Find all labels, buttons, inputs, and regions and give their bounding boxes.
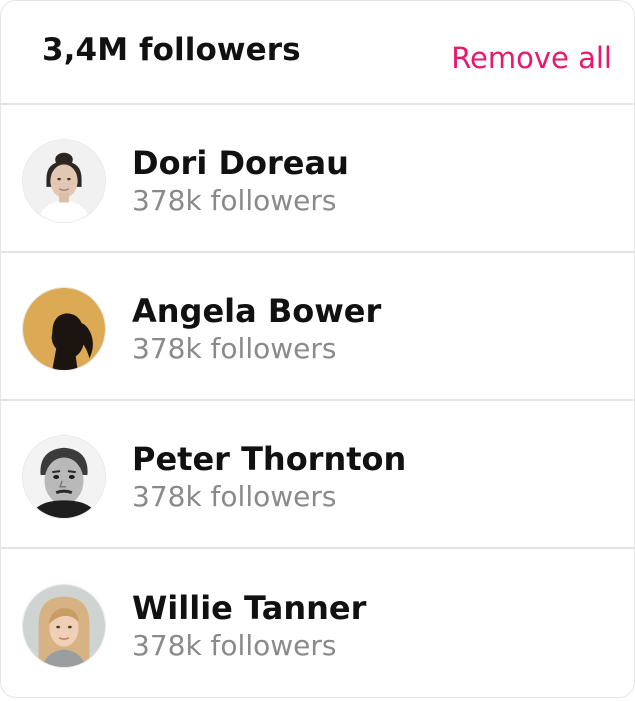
user-name: Dori Doreau	[132, 143, 349, 182]
user-followers: 378k followers	[132, 331, 337, 365]
avatar	[22, 138, 106, 223]
user-row[interactable]: Angela Bower 378k followers	[1, 253, 634, 401]
followers-header: 3,4M followers Remove all	[1, 1, 634, 105]
user-row[interactable]: Willie Tanner 378k followers	[1, 549, 634, 697]
avatar-photo-dori	[23, 139, 105, 222]
avatar	[22, 286, 106, 371]
user-name: Peter Thornton	[132, 439, 407, 478]
remove-all-link[interactable]: Remove all	[451, 41, 612, 75]
user-info: Peter Thornton 378k followers	[132, 439, 406, 515]
user-row[interactable]: Peter Thornton 378k followers	[1, 401, 634, 549]
followers-count-title: 3,4M followers	[42, 32, 301, 68]
user-info: Angela Bower 378k followers	[132, 291, 381, 367]
avatar-photo-willie	[23, 584, 105, 667]
user-name: Angela Bower	[132, 291, 382, 330]
user-followers: 378k followers	[132, 479, 337, 513]
user-name: Willie Tanner	[132, 588, 367, 627]
avatar-photo-angela	[23, 287, 105, 370]
avatar	[22, 583, 106, 668]
user-followers: 378k followers	[132, 183, 337, 217]
user-followers: 378k followers	[132, 628, 337, 662]
user-info: Willie Tanner 378k followers	[132, 588, 366, 664]
user-row[interactable]: Dori Doreau 378k followers	[1, 105, 634, 253]
avatar-photo-peter	[23, 435, 105, 518]
user-info: Dori Doreau 378k followers	[132, 143, 349, 219]
avatar	[22, 434, 106, 519]
followers-card: 3,4M followers Remove all Dori Doreau 37…	[0, 0, 635, 698]
